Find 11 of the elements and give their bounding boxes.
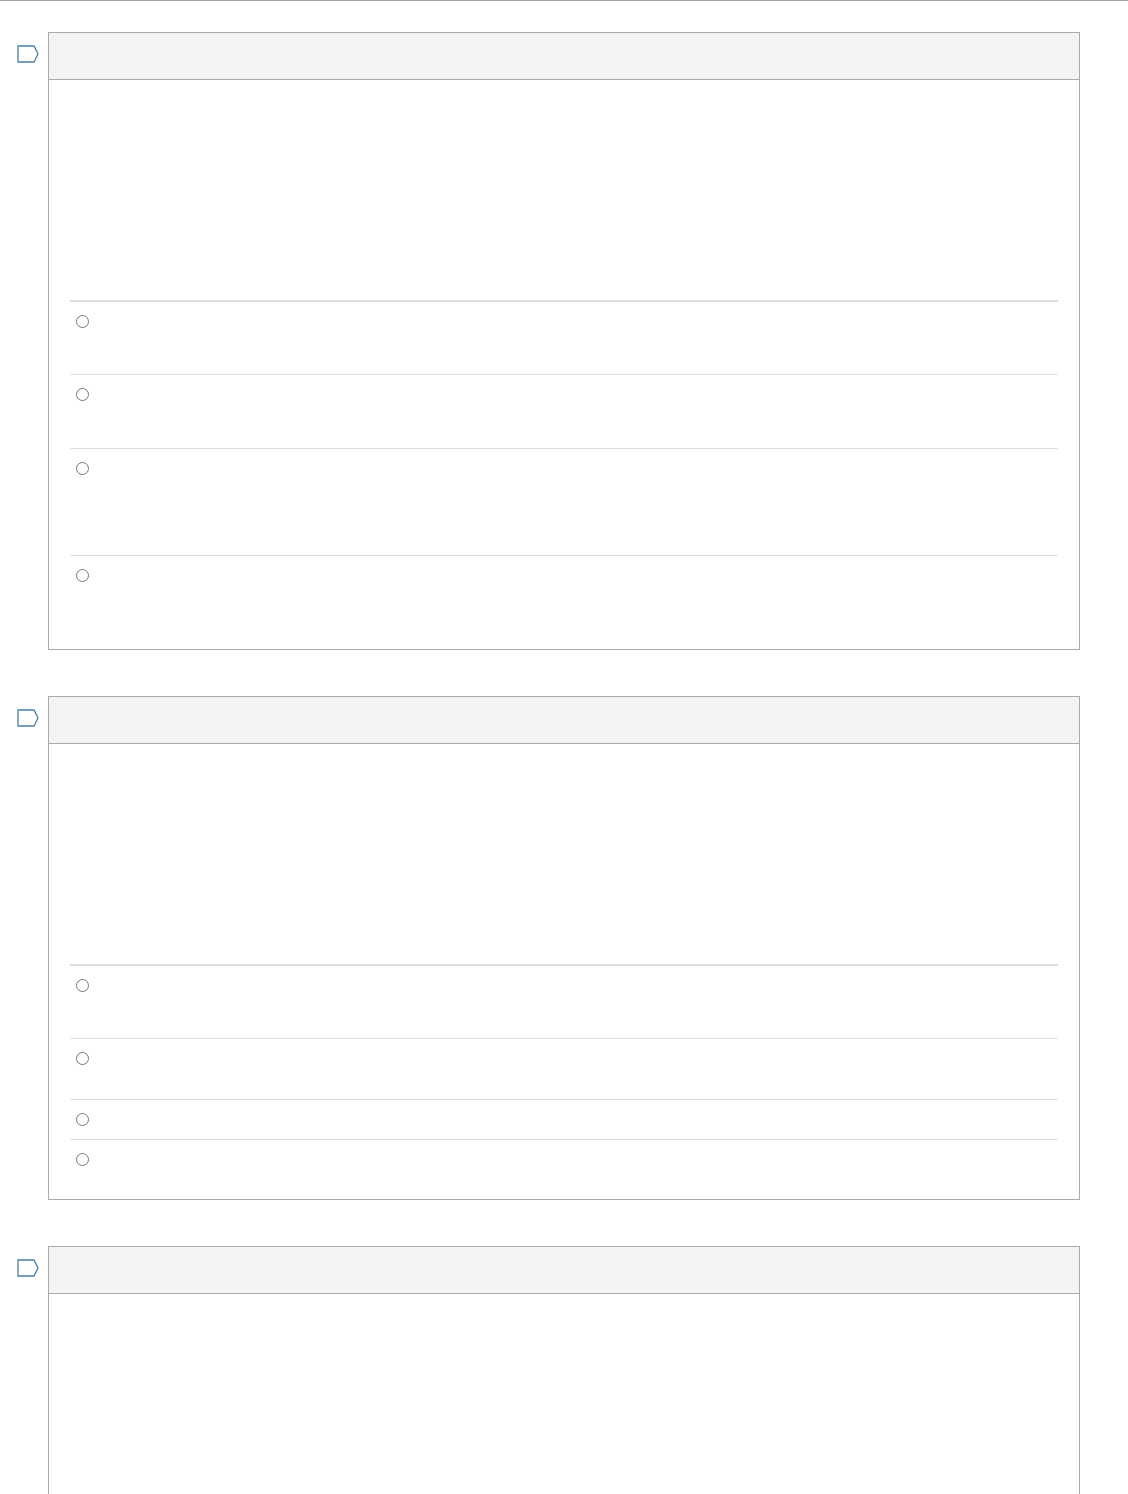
flag-icon[interactable] <box>17 45 39 63</box>
radio-button[interactable] <box>76 569 89 582</box>
radio-button[interactable] <box>76 1153 89 1166</box>
radio-button[interactable] <box>76 462 89 475</box>
radio-button[interactable] <box>76 1113 89 1126</box>
flag-icon[interactable] <box>17 709 39 727</box>
radio-button[interactable] <box>76 979 89 992</box>
flag-icon[interactable] <box>17 1259 39 1277</box>
radio-button[interactable] <box>76 1052 89 1065</box>
radio-button[interactable] <box>76 388 89 401</box>
radio-button[interactable] <box>76 315 89 328</box>
